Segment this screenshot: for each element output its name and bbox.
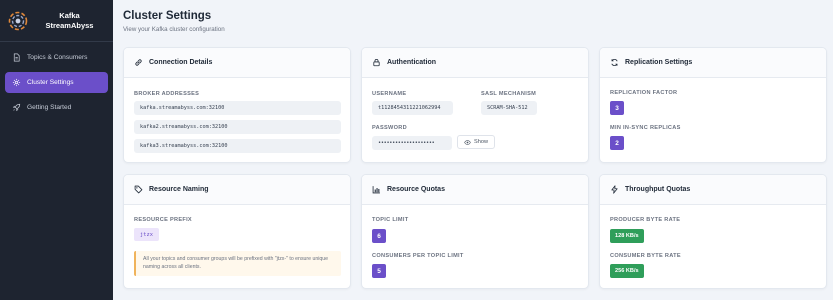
page-subtitle: View your Kafka cluster configuration xyxy=(123,26,225,33)
resource-quotas-card: Resource Quotas TOPIC LIMIT 6 CONSUMERS … xyxy=(361,174,589,289)
sidebar-item-topics-consumers[interactable]: Topics & Consumers xyxy=(5,47,108,68)
app-name: Kafka StreamAbyss xyxy=(34,11,105,31)
replication-settings-card: Replication Settings REPLICATION FACTOR … xyxy=(599,47,827,163)
authentication-card: Authentication USERNAME t112845431122106… xyxy=(361,47,589,163)
card-header: Throughput Quotas xyxy=(600,175,826,205)
password-label: PASSWORD xyxy=(372,125,407,131)
broker-addresses-label: BROKER ADDRESSES xyxy=(134,91,200,97)
bar-chart-icon xyxy=(372,186,380,194)
card-title: Authentication xyxy=(387,59,436,66)
password-value: •••••••••••••••••••• xyxy=(372,136,452,150)
card-header: Resource Quotas xyxy=(362,175,588,205)
card-title: Connection Details xyxy=(149,59,213,66)
consumer-byte-rate-badge: 256 KB/s xyxy=(610,264,644,278)
connection-details-card: Connection Details BROKER ADDRESSES kafk… xyxy=(123,47,351,163)
show-password-button[interactable]: Show xyxy=(457,135,495,149)
app-name-line2: StreamAbyss xyxy=(45,21,94,30)
tag-icon xyxy=(134,185,143,194)
rocket-icon xyxy=(12,103,21,112)
card-header: Replication Settings xyxy=(600,48,826,78)
consumers-per-topic-badge: 5 xyxy=(372,264,386,278)
card-header: Resource Naming xyxy=(124,175,350,205)
consumers-per-topic-label: CONSUMERS PER TOPIC LIMIT xyxy=(372,253,464,259)
page-title: Cluster Settings xyxy=(123,10,212,22)
sidebar-item-getting-started[interactable]: Getting Started xyxy=(5,97,108,118)
resource-prefix-value: jtzx xyxy=(134,228,159,241)
gear-icon xyxy=(12,78,21,87)
main-content: Cluster Settings View your Kafka cluster… xyxy=(113,0,833,300)
resource-prefix-label: RESOURCE PREFIX xyxy=(134,217,192,223)
lock-icon xyxy=(373,59,380,67)
show-button-label: Show xyxy=(474,139,488,145)
link-icon xyxy=(135,59,142,66)
sidebar-divider xyxy=(0,41,113,42)
card-title: Replication Settings xyxy=(625,59,693,66)
refresh-icon xyxy=(611,58,618,67)
topic-limit-label: TOPIC LIMIT xyxy=(372,217,409,223)
eye-icon xyxy=(464,139,471,145)
consumer-byte-rate-label: CONSUMER BYTE RATE xyxy=(610,253,681,259)
sasl-mechanism-value: SCRAM-SHA-512 xyxy=(481,101,537,115)
sidebar-item-label: Cluster Settings xyxy=(27,79,74,86)
broker-address-1: kafka.streamabyss.com:32100 xyxy=(134,101,341,115)
broker-address-2: kafka2.streamabyss.com:32100 xyxy=(134,120,341,134)
card-title: Resource Quotas xyxy=(387,186,445,193)
min-isr-label: MIN IN-SYNC REPLICAS xyxy=(610,125,681,131)
replication-factor-badge: 3 xyxy=(610,101,624,115)
card-header: Connection Details xyxy=(124,48,350,78)
min-isr-badge: 2 xyxy=(610,136,624,150)
sidebar: Kafka StreamAbyss Topics & Consumers Clu… xyxy=(0,0,113,300)
username-label: USERNAME xyxy=(372,91,407,97)
sidebar-item-cluster-settings[interactable]: Cluster Settings xyxy=(5,72,108,93)
brand: Kafka StreamAbyss xyxy=(0,0,113,32)
throughput-quotas-card: Throughput Quotas PRODUCER BYTE RATE 128… xyxy=(599,174,827,289)
username-value: t1128454311221062994 xyxy=(372,101,453,115)
lightning-icon xyxy=(611,185,618,194)
sidebar-item-label: Topics & Consumers xyxy=(27,54,88,61)
sasl-mechanism-label: SASL MECHANISM xyxy=(481,91,537,97)
logo-icon xyxy=(8,11,28,31)
prefix-info-note: All your topics and consumer groups will… xyxy=(134,251,341,276)
card-title: Throughput Quotas xyxy=(625,186,691,193)
topic-limit-badge: 6 xyxy=(372,229,386,243)
resource-naming-card: Resource Naming RESOURCE PREFIX jtzx All… xyxy=(123,174,351,289)
document-icon xyxy=(12,53,21,62)
card-header: Authentication xyxy=(362,48,588,78)
producer-byte-rate-label: PRODUCER BYTE RATE xyxy=(610,217,681,223)
broker-address-3: kafka3.streamabyss.com:32100 xyxy=(134,139,341,153)
producer-byte-rate-badge: 128 KB/s xyxy=(610,229,644,243)
app-name-line1: Kafka xyxy=(59,11,80,20)
sidebar-item-label: Getting Started xyxy=(27,104,72,111)
replication-factor-label: REPLICATION FACTOR xyxy=(610,90,678,96)
card-title: Resource Naming xyxy=(149,186,209,193)
